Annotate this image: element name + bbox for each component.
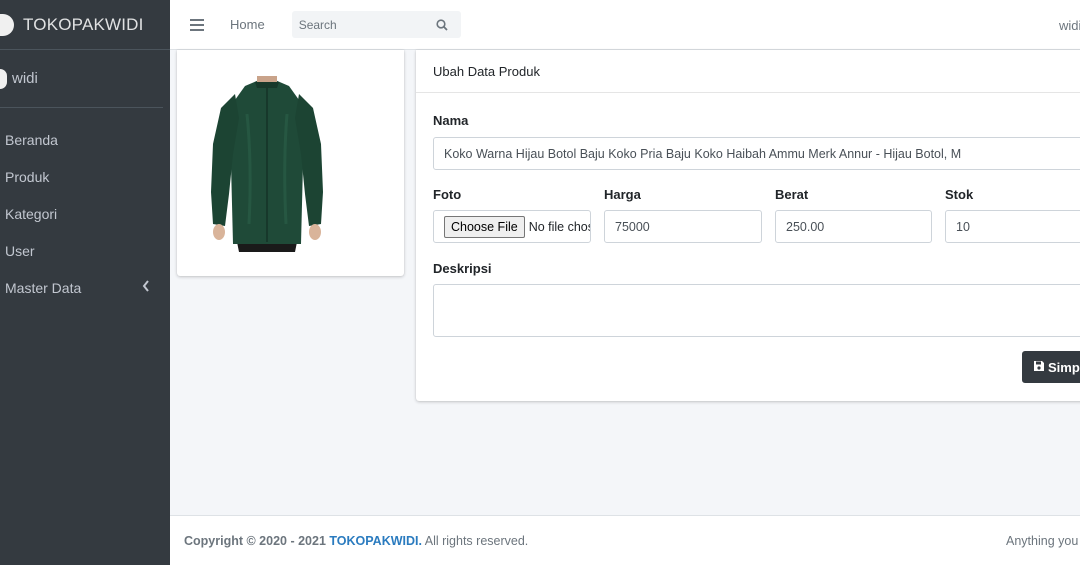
save-icon [1033,360,1045,375]
avatar [0,68,7,89]
choose-file-button[interactable]: Choose File [444,215,525,238]
user-panel[interactable]: widi [0,50,163,108]
berat-label: Berat [775,187,809,202]
copyright-text: Copyright © 2020 - 2021 [184,533,330,548]
berat-field[interactable]: 250.00 [775,210,932,243]
deskripsi-textarea[interactable] [433,284,1080,337]
save-button[interactable]: Simpan [1022,351,1080,383]
rights-text: All rights reserved. [421,533,529,548]
harga-label: Harga [604,187,641,202]
stok-field[interactable]: 10 [945,210,1080,243]
footer: Copyright © 2020 - 2021 TOKOPAKWIDI. All… [170,515,1080,565]
file-status: No file chosen [528,219,590,234]
header-user-link[interactable]: widi [1059,18,1080,33]
edit-product-card: Ubah Data Produk Nama Koko Warna Hijau B… [416,50,1080,401]
sidebar-item-label: Produk [5,168,50,185]
sidebar-item-label: Master Data [5,279,82,296]
sidebar-item-beranda[interactable]: Beranda [0,121,170,158]
sidebar-item-label: User [5,242,35,259]
brand-logo [0,13,14,36]
brand-text: TOKOPAKWIDI [23,14,144,34]
search-input[interactable] [291,17,432,32]
top-navbar: Home widi [170,0,1080,50]
stok-label: Stok [945,187,974,202]
product-image [211,76,323,252]
footer-copyright: Copyright © 2020 - 2021 TOKOPAKWIDI. All… [184,534,528,548]
foto-label: Foto [433,187,462,202]
footer-brand-link[interactable]: TOKOPAKWIDI. [329,534,422,548]
sidebar: TOKOPAKWIDI widi Beranda Produk Kategori… [0,0,170,565]
search-box [291,11,461,38]
card-title: Ubah Data Produk [416,50,1080,93]
chevron-left-icon [142,279,150,295]
sidebar-item-master-data[interactable]: Master Data [0,269,170,306]
sidebar-item-user[interactable]: User [0,232,170,269]
deskripsi-label: Deskripsi [433,261,492,276]
footer-right-text: Anything you want [1006,534,1080,548]
user-name: widi [12,70,38,87]
nama-field[interactable]: Koko Warna Hijau Botol Baju Koko Pria Ba… [433,137,1080,170]
sidebar-nav: Beranda Produk Kategori User Master Data [0,108,170,306]
sidebar-item-label: Kategori [5,205,58,222]
nav-home-link[interactable]: Home [230,17,265,32]
nama-label: Nama [433,113,469,128]
search-icon[interactable] [432,18,452,31]
save-button-label: Simpan [1048,359,1080,375]
sidebar-item-produk[interactable]: Produk [0,158,170,195]
harga-field[interactable]: 75000 [604,210,762,243]
sidebar-item-label: Beranda [5,131,58,148]
brand-link[interactable]: TOKOPAKWIDI [0,0,170,50]
product-image-card [177,50,404,276]
sidebar-item-kategori[interactable]: Kategori [0,195,170,232]
menu-toggle-icon[interactable] [190,18,204,31]
foto-file-input[interactable]: Choose File No file chosen [433,210,591,243]
